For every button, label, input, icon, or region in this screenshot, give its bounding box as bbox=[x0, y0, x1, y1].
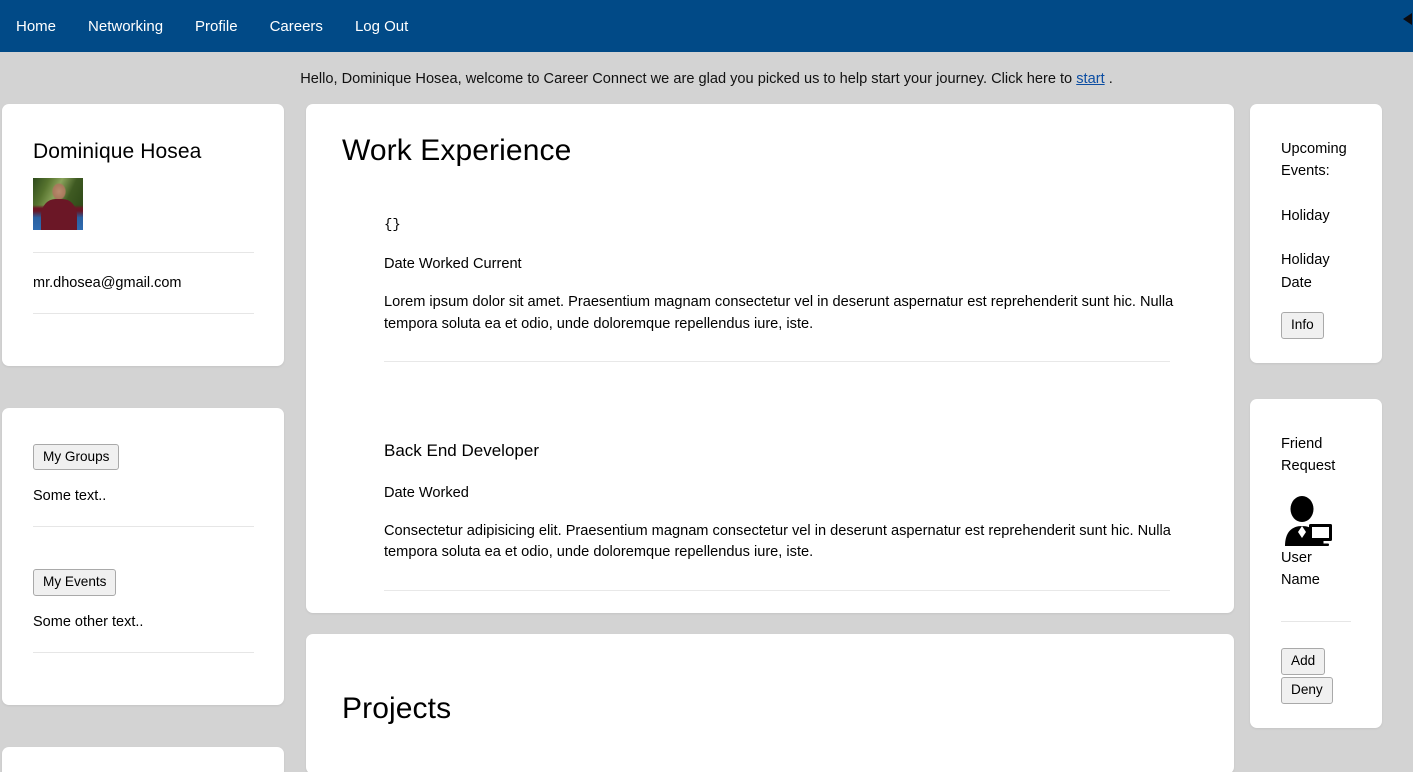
work-experience-card: Work Experience {} Date Worked Current L… bbox=[306, 103, 1234, 614]
job-title: {} bbox=[384, 216, 401, 233]
page-body: Dominique Hosea mr.dhosea@gmail.com My G… bbox=[0, 103, 1413, 772]
profile-photo bbox=[33, 177, 83, 230]
main-content: Work Experience {} Date Worked Current L… bbox=[290, 103, 1250, 772]
job-date: Date Worked bbox=[384, 484, 469, 501]
upcoming-events-card: Upcoming Events: Holiday Holiday Date In… bbox=[1250, 103, 1382, 363]
divider bbox=[33, 652, 254, 654]
friend-request-user-name: User Name bbox=[1281, 549, 1320, 588]
job-date: Date Worked Current bbox=[384, 255, 522, 272]
nav-item-profile[interactable]: Profile bbox=[179, 11, 254, 42]
projects-title: Projects bbox=[342, 692, 452, 726]
divider bbox=[384, 361, 1170, 363]
work-experience-title: Work Experience bbox=[342, 133, 572, 167]
nav-item-careers[interactable]: Careers bbox=[254, 11, 339, 42]
friend-request-card: Friend Request User Name Add Deny bbox=[1250, 398, 1382, 728]
job-description: Lorem ipsum dolor sit amet. Praesentium … bbox=[384, 293, 1174, 332]
welcome-text: Hello, Dominique Hosea, welcome to Caree… bbox=[300, 71, 1073, 87]
event-info-button[interactable]: Info bbox=[1281, 311, 1324, 339]
friend-request-deny-button[interactable]: Deny bbox=[1281, 676, 1333, 704]
upcoming-event-name: Holiday bbox=[1281, 207, 1330, 224]
nav-item-home[interactable]: Home bbox=[0, 11, 72, 42]
groups-events-card: My Groups Some text.. My Events Some oth… bbox=[2, 407, 284, 706]
top-navbar: Home Networking Profile Careers Log Out bbox=[0, 0, 1413, 52]
nav-item-networking[interactable]: Networking bbox=[72, 11, 179, 42]
events-text: Some other text.. bbox=[33, 614, 144, 631]
divider bbox=[33, 312, 254, 314]
welcome-suffix: . bbox=[1108, 71, 1113, 87]
my-groups-button[interactable]: My Groups bbox=[33, 443, 120, 471]
start-link[interactable]: start bbox=[1076, 71, 1104, 87]
caret-right-icon bbox=[1403, 13, 1412, 25]
profile-card: Dominique Hosea mr.dhosea@gmail.com bbox=[2, 103, 284, 366]
divider bbox=[1281, 620, 1351, 622]
job-title: Back End Developer bbox=[384, 441, 539, 461]
welcome-banner: Hello, Dominique Hosea, welcome to Caree… bbox=[0, 52, 1413, 104]
divider bbox=[33, 251, 254, 253]
profile-email: mr.dhosea@gmail.com bbox=[33, 274, 182, 291]
my-events-button[interactable]: My Events bbox=[33, 569, 117, 597]
left-sidebar: Dominique Hosea mr.dhosea@gmail.com My G… bbox=[0, 103, 290, 772]
divider bbox=[384, 590, 1170, 592]
divider bbox=[33, 526, 254, 528]
job-description: Consectetur adipisicing elit. Praesentiu… bbox=[384, 522, 1171, 561]
friend-request-heading: Friend Request bbox=[1281, 435, 1336, 475]
groups-text: Some text.. bbox=[33, 488, 107, 505]
user-monitor-icon bbox=[1285, 495, 1332, 546]
projects-card: Projects bbox=[306, 634, 1234, 772]
profile-name: Dominique Hosea bbox=[33, 139, 202, 163]
upcoming-events-heading: Upcoming Events: bbox=[1281, 140, 1347, 180]
work-experience-entry: {} Date Worked Current Lorem ipsum dolor… bbox=[337, 216, 1196, 363]
nav-item-log-out[interactable]: Log Out bbox=[339, 11, 424, 42]
left-extra-card bbox=[2, 747, 284, 772]
right-sidebar: Upcoming Events: Holiday Holiday Date In… bbox=[1250, 103, 1413, 764]
upcoming-event-date: Holiday Date bbox=[1281, 252, 1330, 291]
friend-request-add-button[interactable]: Add bbox=[1281, 647, 1326, 675]
work-experience-entry: Back End Developer Date Worked Consectet… bbox=[337, 440, 1196, 592]
